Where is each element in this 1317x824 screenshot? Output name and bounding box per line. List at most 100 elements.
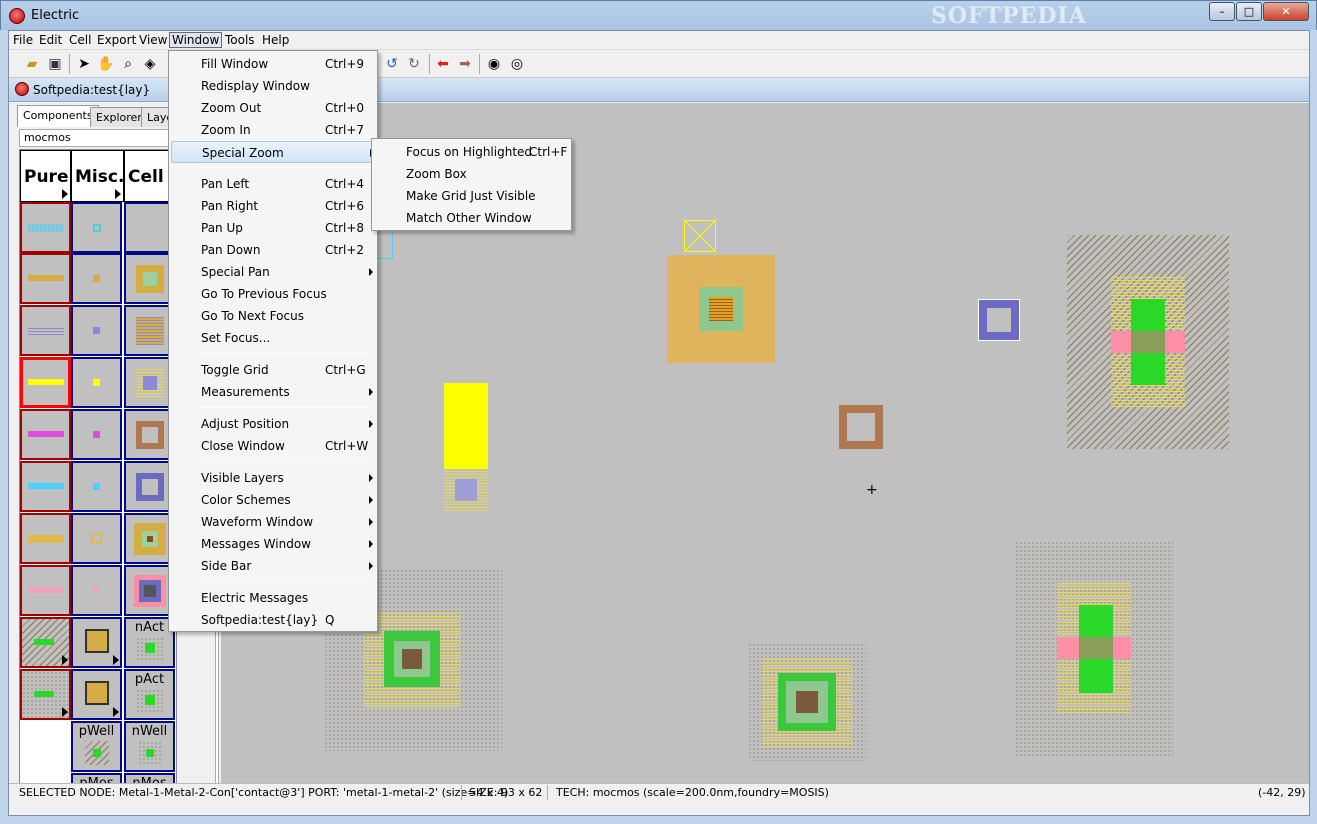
outline-icon[interactable]: ◈ <box>141 55 159 73</box>
menu-file[interactable]: File <box>11 33 35 49</box>
tab-explorer[interactable]: Explorer <box>90 107 148 127</box>
open-icon[interactable]: ▰ <box>23 55 41 73</box>
menu-item-pan-up[interactable]: Pan Up Ctrl+8 <box>171 217 376 239</box>
palette-header-misc[interactable]: Misc. <box>71 150 124 202</box>
menu-item-softpedia-test-lay[interactable]: Softpedia:test{lay} Q <box>171 609 376 631</box>
palette-pwell[interactable]: pWell <box>71 721 122 772</box>
palette-pure-diff[interactable] <box>20 513 71 564</box>
technology-select[interactable]: mocmos <box>19 129 174 147</box>
menu-cell[interactable]: Cell <box>67 33 93 49</box>
highlighted-contact[interactable] <box>684 220 716 252</box>
transistor-bottom-right[interactable] <box>1015 541 1173 757</box>
undo-icon[interactable]: ↺ <box>383 55 401 73</box>
palette-pact[interactable]: pAct <box>124 669 175 720</box>
menu-edit[interactable]: Edit <box>37 33 64 49</box>
menu-item-toggle-grid[interactable]: Toggle Grid Ctrl+G <box>171 359 376 381</box>
menu-tools[interactable]: Tools <box>223 33 257 49</box>
palette-pure-metal2[interactable] <box>20 409 71 460</box>
menu-help[interactable]: Help <box>260 33 291 49</box>
save-icon[interactable]: ▣ <box>46 55 64 73</box>
menu-item-pan-down[interactable]: Pan Down Ctrl+2 <box>171 239 376 261</box>
palette-misc-4[interactable] <box>71 357 122 408</box>
tab-components[interactable]: Components <box>17 105 99 127</box>
menu-item-special-pan[interactable]: Special Pan <box>171 261 376 283</box>
active-contact-node[interactable] <box>667 255 775 363</box>
menu-item-adjust-position[interactable]: Adjust Position <box>171 413 376 435</box>
forward-arrow-icon[interactable]: ➡ <box>456 55 474 73</box>
palette-misc-8[interactable] <box>71 565 122 616</box>
menu-item-shortcut: Ctrl+0 <box>325 101 365 115</box>
menu-item-label: Match Other Window <box>406 211 532 225</box>
metal2-wire[interactable] <box>444 383 488 469</box>
palette-pure-nwell[interactable] <box>20 617 71 668</box>
menu-item-label: Redisplay Window <box>201 79 310 93</box>
palette-misc-2[interactable] <box>71 253 122 304</box>
softpedia-watermark: SOFTPEDIA <box>931 3 1087 29</box>
menu-item-visible-layers[interactable]: Visible Layers <box>171 467 376 489</box>
menu-item-label: Adjust Position <box>201 417 290 431</box>
zoom-icon[interactable]: ⌕ <box>119 55 137 73</box>
menu-item-messages-window[interactable]: Messages Window <box>171 533 376 555</box>
show-eye-icon[interactable]: ◉ <box>485 55 503 73</box>
maximize-button[interactable]: □ <box>1236 2 1262 21</box>
palette-misc-7[interactable] <box>71 513 122 564</box>
window-title: Electric <box>31 8 80 23</box>
menu-item-special-zoom[interactable]: Special Zoom <box>171 141 376 163</box>
menu-item-zoom-out[interactable]: Zoom Out Ctrl+0 <box>171 97 376 119</box>
menu-item-measurements[interactable]: Measurements <box>171 381 376 403</box>
menu-item-color-schemes[interactable]: Color Schemes <box>171 489 376 511</box>
select-arrow-icon[interactable]: ➤ <box>75 55 93 73</box>
menu-item-fill-window[interactable]: Fill Window Ctrl+9 <box>171 53 376 75</box>
palette-misc-10[interactable] <box>71 669 122 720</box>
menu-item-zoom-in[interactable]: Zoom In Ctrl+7 <box>171 119 376 141</box>
palette-pure-selected[interactable] <box>20 357 71 408</box>
submenu-item-make-grid-just-visible[interactable]: Make Grid Just Visible <box>374 185 570 207</box>
palette-misc-5[interactable] <box>71 409 122 460</box>
submenu-item-focus-on-highlighted[interactable]: Focus on Highlighted Ctrl+F <box>374 141 570 163</box>
menu-item-shortcut: Ctrl+7 <box>325 123 365 137</box>
poly-contact-node[interactable] <box>839 405 883 449</box>
hide-eye-icon[interactable]: ◎ <box>508 55 526 73</box>
menu-item-electric-messages[interactable]: Electric Messages <box>171 587 376 609</box>
palette-pure-metal3[interactable] <box>20 461 71 512</box>
menu-item-label: Make Grid Just Visible <box>406 189 536 203</box>
palette-misc-6[interactable] <box>71 461 122 512</box>
submenu-item-zoom-box[interactable]: Zoom Box <box>374 163 570 185</box>
menu-item-close-window[interactable]: Close Window Ctrl+W <box>171 435 376 457</box>
palette-pure-poly[interactable] <box>20 253 71 304</box>
menu-item-label: Go To Previous Focus <box>201 287 327 301</box>
submenu-item-match-other-window[interactable]: Match Other Window <box>374 207 570 229</box>
menu-export[interactable]: Export <box>95 33 138 49</box>
menu-item-go-to-previous-focus[interactable]: Go To Previous Focus <box>171 283 376 305</box>
menu-view[interactable]: View <box>137 33 169 49</box>
palette-misc-3[interactable] <box>71 305 122 356</box>
palette-misc-1[interactable] <box>71 202 122 253</box>
menu-window[interactable]: Window <box>169 32 223 48</box>
menu-item-redisplay-window[interactable]: Redisplay Window <box>171 75 376 97</box>
palette-pure-metal[interactable] <box>20 305 71 356</box>
palette-pure-poly2[interactable] <box>20 565 71 616</box>
minimize-button[interactable]: – <box>1209 2 1235 21</box>
transistor-top-right[interactable] <box>1067 235 1229 449</box>
redo-icon[interactable]: ↻ <box>405 55 423 73</box>
menu-item-waveform-window[interactable]: Waveform Window <box>171 511 376 533</box>
menu-item-pan-right[interactable]: Pan Right Ctrl+6 <box>171 195 376 217</box>
metal1-contact-node[interactable] <box>978 299 1020 341</box>
palette-header-pure[interactable]: Pure <box>20 150 71 202</box>
well-region-middle[interactable] <box>748 643 866 761</box>
menu-item-pan-left[interactable]: Pan Left Ctrl+4 <box>171 173 376 195</box>
palette-pure-pwell[interactable] <box>20 669 71 720</box>
pan-hand-icon[interactable]: ✋ <box>97 55 115 73</box>
palette-nwell[interactable]: nWell <box>124 721 175 772</box>
menu-item-go-to-next-focus[interactable]: Go To Next Focus <box>171 305 376 327</box>
menu-item-label: Pan Right <box>201 199 259 213</box>
back-arrow-icon[interactable]: ⬅ <box>434 55 452 73</box>
close-button[interactable]: ✕ <box>1263 2 1309 21</box>
menu-item-side-bar[interactable]: Side Bar <box>171 555 376 577</box>
submenu-arrow-icon <box>369 562 373 570</box>
palette-pure-active[interactable] <box>20 202 71 253</box>
menu-item-shortcut: Q <box>325 613 335 627</box>
via-node[interactable] <box>444 469 488 511</box>
palette-misc-9[interactable] <box>71 617 122 668</box>
menu-item-set-focus[interactable]: Set Focus... <box>171 327 376 349</box>
